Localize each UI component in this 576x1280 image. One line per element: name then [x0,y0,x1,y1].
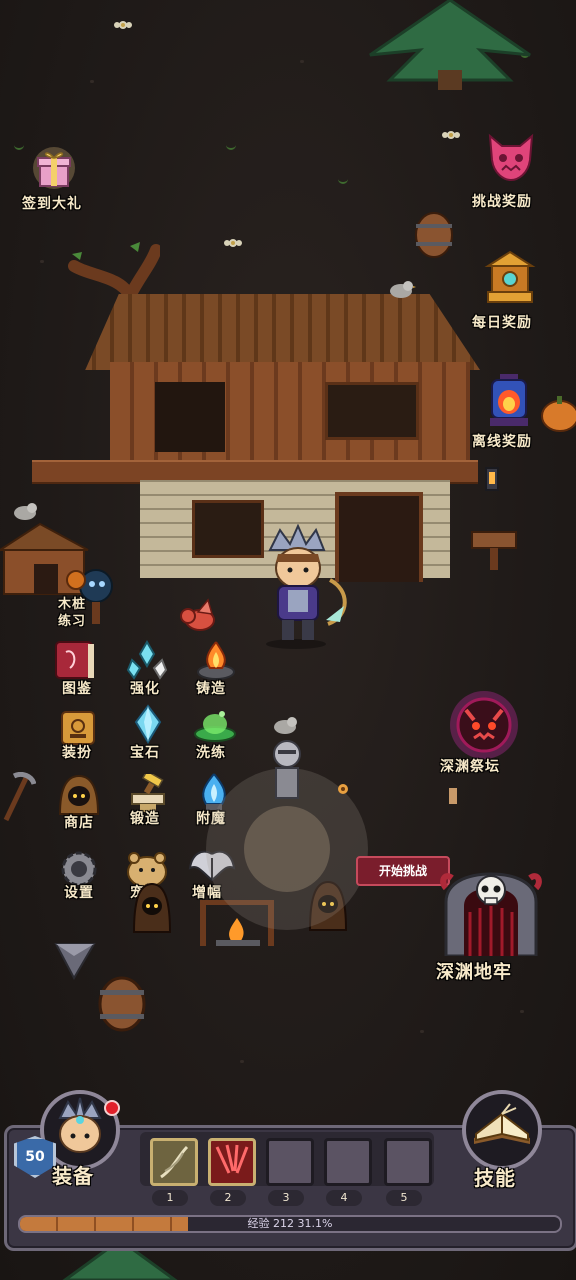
skill-slot-2[interactable] [208,1138,256,1186]
crystal-shard-icon [54,943,96,980]
skill-label[interactable]: 技能 [474,1162,516,1191]
cabin-upper-doorway [155,382,225,452]
grass-tuft [14,142,24,150]
pebble [300,60,304,63]
start-challenge-button[interactable]: 开始挑战 [356,856,450,886]
joystick-knob[interactable] [244,806,330,892]
open-book-icon [474,1103,530,1144]
notification-dot [104,1100,120,1116]
abyss-dungeon-gate-icon[interactable] [438,872,544,956]
stake-icon [449,788,457,804]
shop-label[interactable]: 商店 [64,812,94,832]
offline-reward-label[interactable]: 离线奖励 [472,431,532,451]
barrel-icon [98,976,146,1032]
codex-label[interactable]: 图鉴 [62,678,92,698]
enhance-label[interactable]: 强化 [130,678,160,698]
settings-label[interactable]: 设置 [64,882,94,902]
pebble [420,1030,424,1033]
skill-slot-1[interactable] [150,1138,198,1186]
forge-fire-icon[interactable] [194,638,238,682]
cabin-roof [85,294,480,370]
wind-slash-skill-icon [160,1145,189,1179]
hooded-merchant-icon[interactable] [58,774,100,816]
grass-tuft [226,142,236,150]
pickaxe-icon [3,772,36,822]
flower-icon [224,239,242,247]
bird-icon [274,717,297,734]
challenge-reward-label[interactable]: 挑战奖励 [472,191,532,211]
casting-label[interactable]: 铸造 [196,678,226,698]
bird-icon [14,503,37,520]
experience-text: 经验 212 31.1% [247,1217,333,1230]
gift-box-icon[interactable] [32,146,76,190]
knight-statue-icon [273,740,301,799]
cabin-window [325,382,419,440]
pebble [90,80,94,83]
hero-knight-sprite [266,524,347,649]
barrel-icon [415,212,453,258]
grass-tuft [338,176,348,184]
skill-slot-number: 3 [268,1190,304,1206]
skill-book-button[interactable] [462,1090,542,1170]
forging-label[interactable]: 锻造 [130,808,160,828]
skill-slot-5[interactable] [384,1138,432,1186]
flower-icon [114,21,132,29]
treasure-shrine-icon[interactable] [482,250,538,306]
green-potion-icon[interactable] [192,706,238,744]
pine-tree-icon [369,0,531,90]
refine-label[interactable]: 洗练 [196,742,226,762]
baby-dragon-pet-sprite [180,598,215,631]
abyss-altar-label[interactable]: 深渊祭坛 [440,756,500,776]
pebble [40,260,44,263]
gem-icon[interactable] [132,704,164,744]
demon-mask-icon[interactable] [484,128,538,182]
sign-in-gift-label[interactable]: 签到大礼 [22,193,82,213]
training-dummy-label[interactable]: 木桩 练习 [58,596,86,630]
dress-up-label[interactable]: 装扮 [62,742,92,762]
red-claw-skill-icon [215,1144,249,1174]
book-icon[interactable] [52,638,98,682]
daily-reward-label[interactable]: 每日奖励 [472,312,532,332]
equip-label[interactable]: 装备 [52,1160,94,1189]
experience-bar: 经验 212 31.1% [18,1215,562,1233]
skill-slot-number: 4 [326,1190,362,1206]
crystal-wings-icon[interactable] [126,640,168,682]
pebble [240,1060,244,1063]
bird-icon [390,281,416,298]
skill-slot-number: 2 [210,1190,246,1206]
wall-lamp-icon [485,467,499,491]
flower-icon [442,131,460,139]
skill-slot-3[interactable] [266,1138,314,1186]
skill-slot-number: 5 [386,1190,422,1206]
abyss-altar-icon[interactable] [444,690,524,760]
gemstone-label[interactable]: 宝石 [130,742,160,762]
skill-slot-number: 1 [152,1190,188,1206]
pumpkin-icon [541,396,576,432]
flower-icon [338,784,348,794]
pebble [520,1010,524,1013]
abyss-dungeon-label[interactable]: 深渊地牢 [436,958,512,984]
wooden-signpost-icon [471,531,517,570]
skill-slot-4[interactable] [324,1138,372,1186]
game-screen: 签到大礼 挑战奖励 每日奖励 离线奖励 木桩 练习 图鉴 强化 铸造 装扮 宝石… [0,0,576,1280]
lantern-icon[interactable] [486,372,532,428]
hooded-villager-sprite [132,883,172,933]
